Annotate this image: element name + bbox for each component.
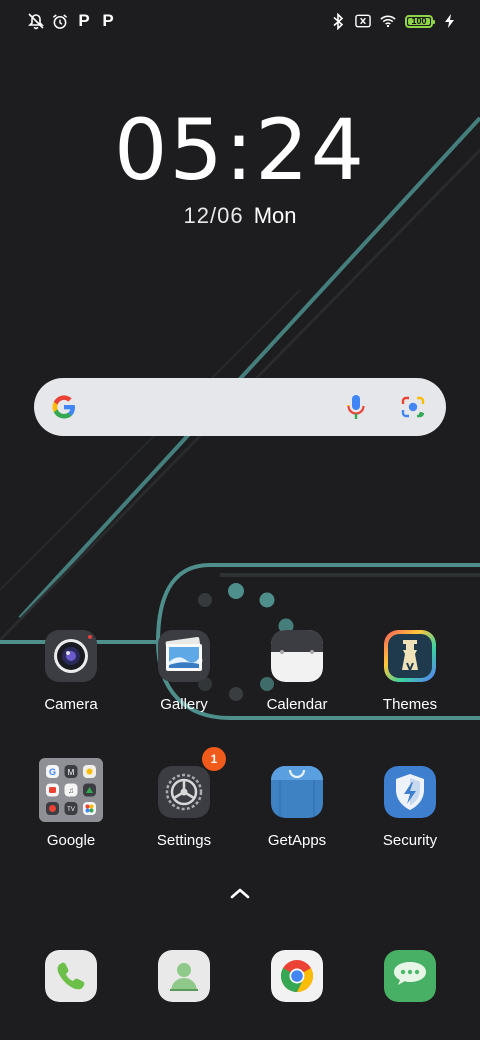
calendar-icon	[271, 630, 323, 682]
clock-minutes: 24	[255, 101, 367, 199]
bluetooth-icon	[330, 12, 346, 30]
settings-icon	[158, 766, 210, 818]
security-icon	[384, 766, 436, 818]
alarm-icon	[52, 12, 68, 30]
app-settings[interactable]: 1 Settings	[128, 747, 240, 850]
notification-badge: 1	[202, 747, 226, 771]
chrome-icon	[271, 950, 323, 1002]
app-getapps[interactable]: GetApps	[241, 766, 353, 850]
messages-icon	[384, 950, 436, 1002]
battery-icon: 100	[405, 14, 435, 28]
dock-contacts[interactable]	[128, 950, 240, 1002]
p-icon: P	[102, 11, 114, 30]
svg-text:M: M	[68, 768, 75, 777]
themes-icon	[384, 630, 436, 682]
svg-text:G: G	[49, 767, 56, 777]
lens-icon[interactable]	[400, 395, 426, 419]
dock-messages[interactable]	[354, 950, 466, 1002]
google-g-icon	[52, 395, 75, 419]
status-bar: P P 100	[0, 0, 480, 44]
chevron-up-icon[interactable]	[229, 886, 251, 900]
app-camera[interactable]: Camera	[15, 630, 127, 714]
dock-chrome[interactable]	[241, 950, 353, 1002]
app-calendar[interactable]: Calendar	[241, 630, 353, 714]
date-display[interactable]: 12/06 Mon	[0, 202, 480, 230]
clock-hours: 05	[113, 101, 225, 199]
dock-phone[interactable]	[15, 950, 127, 1002]
phone-icon	[45, 950, 97, 1002]
contacts-icon	[158, 950, 210, 1002]
gallery-icon	[158, 630, 210, 682]
app-label: GetApps	[267, 832, 327, 849]
charging-icon	[444, 12, 454, 30]
date-text: 12/06	[183, 203, 244, 228]
svg-text:♫: ♫	[68, 786, 74, 795]
mic-icon[interactable]	[344, 394, 368, 420]
app-label: Gallery	[160, 696, 208, 713]
wifi-icon	[380, 12, 396, 30]
app-label: Camera	[44, 696, 98, 713]
bell-off-icon	[28, 12, 44, 30]
app-label: Settings	[156, 832, 212, 849]
app-label: Calendar	[266, 696, 328, 713]
clock-separator: :	[224, 101, 256, 199]
weekday-text: Mon	[253, 203, 297, 228]
clock-widget[interactable]: 05:24	[0, 104, 480, 196]
svg-text:TV: TV	[67, 807, 75, 813]
app-security[interactable]: Security	[354, 766, 466, 850]
getapps-icon	[271, 766, 323, 818]
app-label: Security	[382, 832, 438, 849]
app-label: Themes	[382, 696, 438, 713]
app-label: Google	[46, 832, 96, 849]
camera-icon	[45, 630, 97, 682]
app-gallery[interactable]: Gallery	[128, 630, 240, 714]
folder-google[interactable]: G M ♫ TV Google	[15, 758, 127, 850]
no-sim-icon	[355, 12, 371, 30]
p-icon: P	[78, 11, 90, 30]
app-themes[interactable]: Themes	[354, 630, 466, 714]
battery-level: 100	[411, 15, 427, 26]
google-search-bar[interactable]	[34, 378, 446, 436]
google-folder-icon: G M ♫ TV	[39, 758, 103, 822]
